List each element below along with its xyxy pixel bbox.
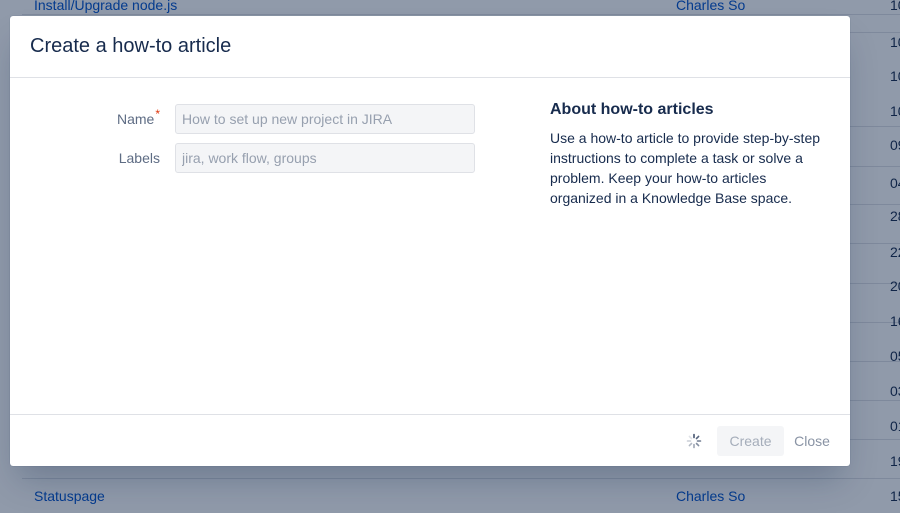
help-title: About how-to articles <box>550 101 714 118</box>
required-marker: * <box>155 107 160 121</box>
dialog-footer: Create Close <box>10 414 850 466</box>
dialog-title: Create a how-to article <box>30 35 232 57</box>
dialog-body: Name* Labels About how-to articles Use a… <box>10 78 850 414</box>
labels-input[interactable] <box>175 143 475 173</box>
help-text: Use a how-to article to provide step-by-… <box>550 130 821 206</box>
loading-spinner-icon <box>686 433 702 449</box>
name-label-text: Name <box>116 111 155 127</box>
name-input[interactable] <box>175 104 475 134</box>
create-button[interactable]: Create <box>717 426 784 456</box>
help-panel: About how-to articles Use a how-to artic… <box>550 100 830 208</box>
dialog-header: Create a how-to article <box>10 16 850 78</box>
labels-label: Labels <box>118 150 160 166</box>
name-field-row: Name* <box>10 104 480 134</box>
labels-field-row: Labels <box>10 143 480 173</box>
create-how-to-dialog: Create a how-to article Name* Labels Abo… <box>10 16 850 466</box>
name-label: Name* <box>116 107 160 128</box>
close-button[interactable]: Close <box>788 426 836 456</box>
